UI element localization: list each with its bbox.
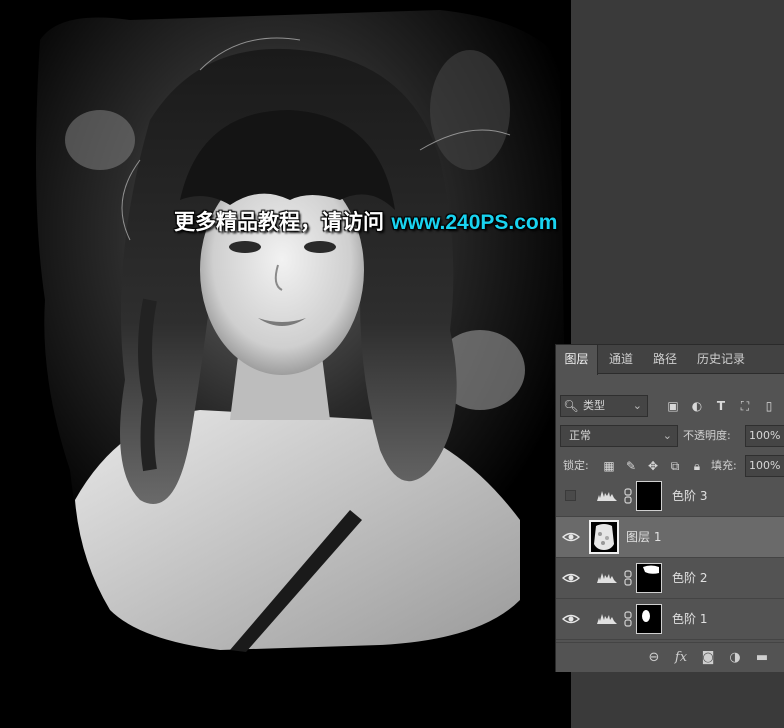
adjustment-layer-icon[interactable]: ◑ (727, 650, 743, 666)
layer-row-layer-1[interactable]: 图层 1 (556, 517, 784, 558)
opacity-input[interactable]: 100% (745, 425, 784, 447)
layer-filter-select[interactable]: 🔍︎ 类型 ⌄ (560, 395, 648, 417)
eye-icon[interactable] (562, 570, 580, 586)
layer-name[interactable]: 色阶 3 (672, 476, 707, 517)
levels-adjustment-icon (597, 573, 617, 583)
visibility-toggle-off[interactable] (565, 490, 576, 501)
layers-panel-footer: ⊖ fx ◙ ◑ ▬ (556, 642, 784, 672)
layer-name[interactable]: 色阶 1 (672, 599, 707, 640)
filter-smart-object-icon[interactable]: ▯ (761, 398, 777, 414)
blend-mode-value: 正常 (569, 429, 591, 442)
eye-icon[interactable] (562, 611, 580, 627)
levels-adjustment-icon (597, 491, 617, 501)
lock-artboard-icon[interactable]: ⧉ (667, 458, 683, 474)
layer-name[interactable]: 图层 1 (626, 517, 661, 558)
layers-panel: 图层 通道 路径 历史记录 🔍︎ 类型 ⌄ ▣ ◐ T ⛶ ▯ 正常 ⌄ 不透明… (555, 344, 784, 672)
tab-history[interactable]: 历史记录 (688, 345, 754, 374)
layer-mask-thumbnail[interactable] (636, 563, 662, 593)
opacity-label: 不透明度: (683, 429, 731, 442)
link-chain-icon[interactable] (624, 488, 632, 504)
search-icon: 🔍︎ (563, 399, 579, 413)
mask-shape (642, 610, 650, 622)
link-layers-icon[interactable]: ⊖ (646, 650, 662, 666)
thumbnail-image (594, 524, 614, 550)
watermark: 更多精品教程，请访问 www.240PS.com (174, 206, 557, 236)
lock-position-icon[interactable]: ✥ (645, 458, 661, 474)
lock-image-icon[interactable]: ✎ (623, 458, 639, 474)
layer-row-levels-3[interactable]: 色阶 3 (556, 476, 784, 517)
lock-transparent-icon[interactable]: ▦ (601, 458, 617, 474)
layer-name[interactable]: 色阶 2 (672, 558, 707, 599)
tab-channels[interactable]: 通道 (600, 345, 642, 374)
fx-icon[interactable]: fx (673, 650, 689, 666)
chevron-down-icon: ⌄ (662, 429, 672, 442)
link-chain-icon[interactable] (624, 611, 632, 627)
tab-layers[interactable]: 图层 (556, 345, 598, 375)
filter-kind-label: 类型 (583, 399, 605, 412)
lock-label: 锁定: (563, 459, 589, 472)
fill-label: 填充: (711, 459, 737, 472)
watermark-text: 更多精品教程，请访问 (174, 210, 384, 234)
layer-thumbnail[interactable] (589, 520, 619, 554)
filter-adjustment-icon[interactable]: ◐ (689, 398, 705, 414)
group-folder-icon[interactable]: ▬ (754, 650, 770, 666)
filter-type-icon[interactable]: T (713, 398, 729, 414)
panel-tab-bar: 图层 通道 路径 历史记录 (556, 345, 784, 375)
layer-mask-thumbnail[interactable] (636, 604, 662, 634)
lock-all-icon[interactable]: 🔒︎ (689, 458, 705, 474)
add-mask-icon[interactable]: ◙ (700, 650, 716, 666)
tab-paths[interactable]: 路径 (644, 345, 686, 374)
watermark-url: www.240PS.com (391, 211, 558, 234)
layer-row-levels-1[interactable]: 色阶 1 (556, 599, 784, 640)
blend-mode-select[interactable]: 正常 ⌄ (560, 425, 678, 447)
layer-row-levels-2[interactable]: 色阶 2 (556, 558, 784, 599)
link-chain-icon[interactable] (624, 570, 632, 586)
filter-shape-icon[interactable]: ⛶ (737, 398, 753, 414)
fill-input[interactable]: 100% (745, 455, 784, 477)
levels-adjustment-icon (597, 614, 617, 624)
filter-pixel-icon[interactable]: ▣ (665, 398, 681, 414)
layer-mask-thumbnail[interactable] (636, 481, 662, 511)
mask-shape (643, 565, 659, 574)
document-canvas[interactable]: 更多精品教程，请访问 www.240PS.com (0, 0, 571, 728)
photo-image (36, 10, 565, 652)
chevron-down-icon: ⌄ (632, 399, 642, 412)
layer-list: 色阶 3 图层 1 色阶 2 色阶 1 (556, 476, 784, 642)
eye-icon[interactable] (562, 529, 580, 545)
